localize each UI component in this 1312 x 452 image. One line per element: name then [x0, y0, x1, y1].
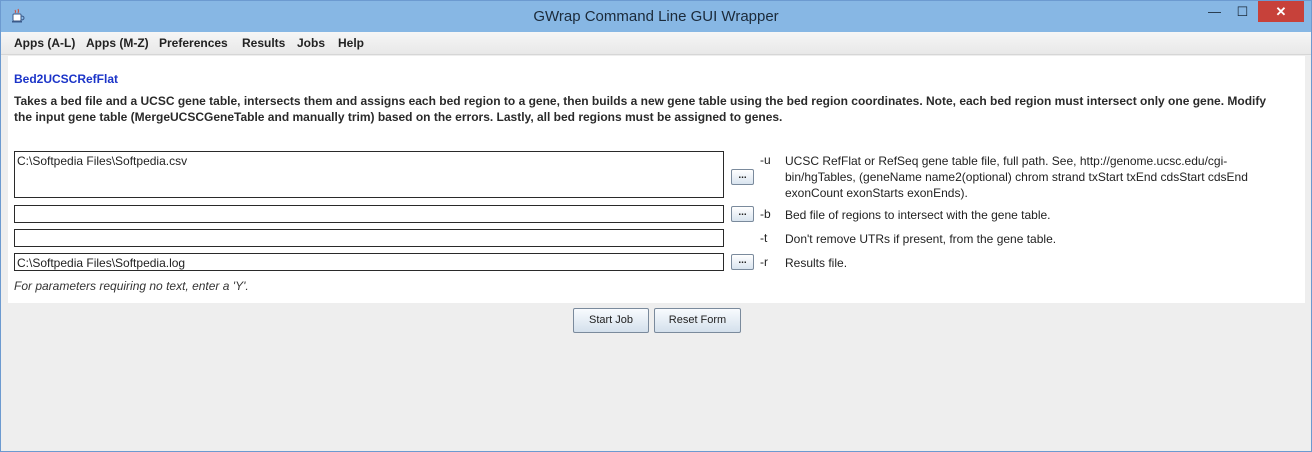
flag-u: -u: [760, 153, 771, 167]
param-t-description: Don't remove UTRs if present, from the g…: [785, 232, 1057, 246]
param-u-description: UCSC RefFlat or RefSeq gene table file, …: [785, 154, 1248, 200]
browse-gene-table-button[interactable]: ...: [731, 169, 754, 185]
menu-preferences[interactable]: Preferences: [159, 36, 228, 50]
browse-results-file-button[interactable]: ...: [731, 254, 754, 270]
window-title: GWrap Command Line GUI Wrapper: [533, 8, 779, 25]
minimize-button[interactable]: —: [1201, 1, 1228, 22]
results-file-field[interactable]: C:\Softpedia Files\Softpedia.log: [14, 253, 724, 271]
bed-file-field[interactable]: [14, 205, 724, 223]
flag-t: -t: [760, 231, 768, 245]
start-job-button[interactable]: Start Job: [573, 308, 649, 333]
maximize-button[interactable]: ☐: [1229, 1, 1256, 22]
flag-r: -r: [760, 255, 768, 269]
title-bar[interactable]: GWrap Command Line GUI Wrapper — ☐ ✕: [1, 1, 1311, 32]
menu-apps-a-l[interactable]: Apps (A-L): [14, 36, 75, 50]
gene-table-field[interactable]: C:\Softpedia Files\Softpedia.csv: [14, 151, 724, 198]
browse-bed-file-button[interactable]: ...: [731, 206, 754, 222]
param-r-description: Results file.: [785, 256, 848, 270]
flag-b: -b: [760, 207, 771, 221]
menu-bar: Apps (A-L) Apps (M-Z) Preferences Result…: [1, 32, 1311, 55]
param-b-description: Bed file of regions to intersect with th…: [785, 208, 1051, 222]
close-button[interactable]: ✕: [1258, 1, 1304, 22]
menu-apps-m-z[interactable]: Apps (M-Z): [86, 36, 149, 50]
app-description: Takes a bed file and a UCSC gene table, …: [14, 94, 1267, 124]
no-text-note: For parameters requiring no text, enter …: [14, 279, 249, 293]
menu-help[interactable]: Help: [338, 36, 364, 50]
app-title: Bed2UCSCRefFlat: [14, 72, 119, 86]
menu-jobs[interactable]: Jobs: [297, 36, 325, 50]
reset-form-button[interactable]: Reset Form: [654, 308, 741, 333]
menu-results[interactable]: Results: [242, 36, 285, 50]
app-panel: Bed2UCSCRefFlat Takes a bed file and a U…: [8, 56, 1305, 303]
app-window: GWrap Command Line GUI Wrapper — ☐ ✕ App…: [0, 0, 1312, 452]
utr-option-field[interactable]: [14, 229, 724, 247]
